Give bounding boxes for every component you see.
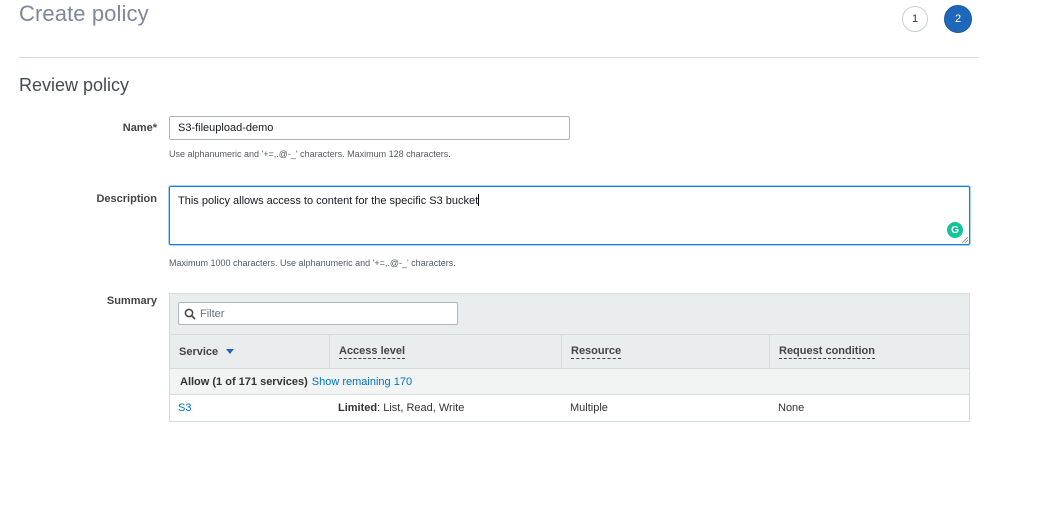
grammarly-icon[interactable]: G [947,222,963,238]
column-header-access-level[interactable]: Access level [330,335,562,368]
search-icon [184,308,196,320]
filter-input[interactable]: Filter [178,302,458,325]
name-label: Name* [122,122,157,134]
table-row: S3 Limited: List, Read, Write Multiple N… [170,395,969,422]
summary-label: Summary [106,295,157,307]
header-divider [19,57,979,58]
filter-placeholder: Filter [200,308,225,320]
resource-cell: Multiple [570,402,608,414]
column-header-service[interactable]: Service [170,335,330,368]
step-2-indicator: 2 [944,5,972,33]
name-hint: Use alphanumeric and '+=,.@-_' character… [169,149,451,159]
table-header: Service Access level Resource Request co… [170,335,969,369]
description-hint: Maximum 1000 characters. Use alphanumeri… [169,258,456,268]
show-remaining-link[interactable]: Show remaining 170 [312,376,412,388]
allow-group-row: Allow (1 of 171 services) Show remaining… [170,369,969,395]
step-1-indicator[interactable]: 1 [902,6,928,32]
text-caret [478,194,480,206]
policy-name-input[interactable]: S3-fileupload-demo [169,116,570,140]
column-header-request-condition[interactable]: Request condition [770,335,969,368]
access-level-cell: Limited: List, Read, Write [330,402,562,414]
access-level-detail: : List, Read, Write [377,402,465,414]
description-label: Description [96,193,157,205]
description-textarea[interactable]: This policy allows access to content for… [169,186,970,245]
summary-table: Filter Service Access level Resource Req… [169,293,970,422]
group-label: Allow (1 of 171 services) [180,375,308,388]
column-label: Access level [339,344,406,359]
resize-handle[interactable] [962,237,968,243]
section-title: Review policy [19,75,130,95]
column-label: Request condition [779,344,875,359]
column-label: Resource [571,344,622,359]
description-text: This policy allows access to content for… [178,194,480,207]
column-label: Service [179,345,219,358]
page-title: Create policy [19,1,149,26]
filter-bar: Filter [170,294,969,335]
service-link[interactable]: S3 [178,402,191,414]
access-level-bold: Limited [338,402,378,414]
request-condition-cell: None [778,402,805,414]
column-header-resource[interactable]: Resource [562,335,770,368]
sort-down-icon [226,349,235,354]
